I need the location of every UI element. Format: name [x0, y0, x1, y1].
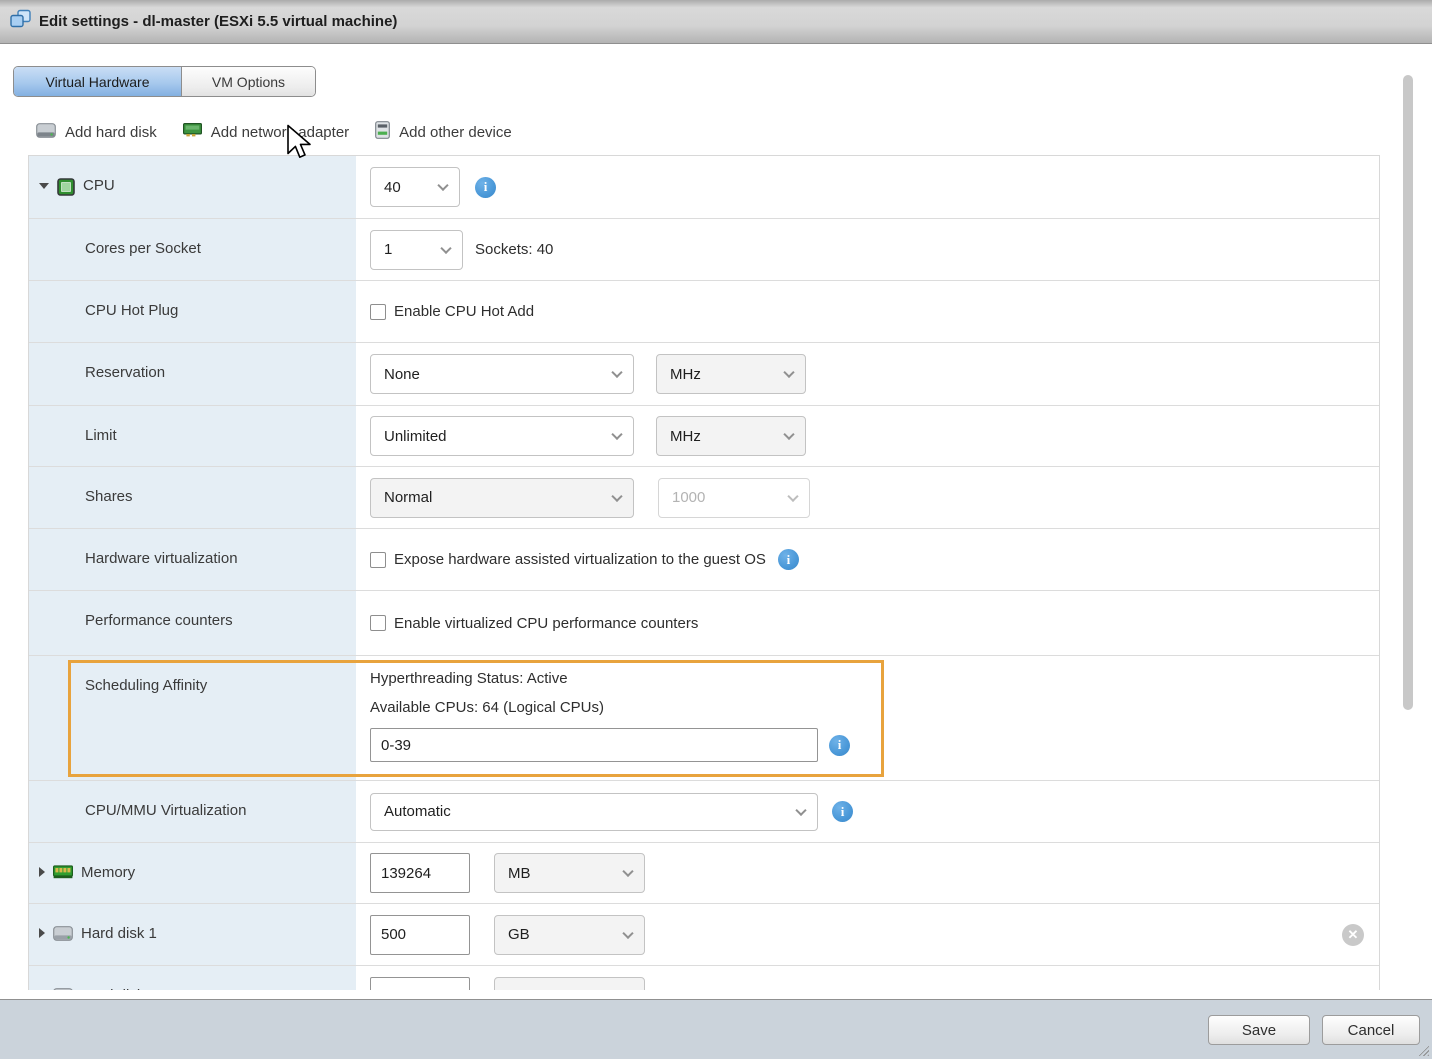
checkbox-label: Expose hardware assisted virtualization …: [394, 551, 766, 568]
add-other-device-button[interactable]: Add other device: [375, 121, 512, 143]
row-label: Hard disk 2: [81, 987, 157, 990]
table-row: CPU Hot Plug Enable CPU Hot Add: [29, 281, 1379, 343]
table-row: Reservation None MHz: [29, 343, 1379, 406]
disk2-size-input[interactable]: [370, 977, 470, 991]
hard-disk-icon: [36, 123, 56, 142]
reservation-unit-select[interactable]: MHz: [656, 354, 806, 394]
cores-per-socket-select[interactable]: 1: [370, 230, 463, 270]
vertical-scrollbar[interactable]: [1403, 75, 1413, 710]
performance-counters-checkbox[interactable]: [370, 615, 386, 631]
add-device-toolbar: Add hard disk Add network adapter: [36, 121, 512, 143]
info-icon[interactable]: [475, 177, 496, 198]
row-label: CPU/MMU Virtualization: [85, 802, 246, 842]
table-row: Memory MB: [29, 843, 1379, 904]
cpu-chip-icon: [57, 178, 75, 218]
table-row: Performance counters Enable virtualized …: [29, 591, 1379, 656]
hard-disk-icon: [53, 926, 73, 965]
save-button[interactable]: Save: [1208, 1015, 1310, 1045]
hyperthreading-status-text: Hyperthreading Status: Active: [370, 670, 850, 687]
dialog-footer: Save Cancel: [0, 999, 1432, 1059]
cancel-button[interactable]: Cancel: [1322, 1015, 1420, 1045]
table-row: Hard disk 1 GB: [29, 904, 1379, 966]
row-label: Performance counters: [85, 612, 233, 655]
network-adapter-icon: [183, 123, 202, 141]
chevron-down-icon: [622, 866, 633, 877]
reservation-select[interactable]: None: [370, 354, 634, 394]
virtual-hardware-table: CPU 40 Cores per Socket 1 Sockets: 40: [28, 155, 1380, 990]
table-row: Hardware virtualization Expose hardware …: [29, 529, 1379, 591]
add-hard-disk-label: Add hard disk: [65, 124, 157, 141]
sockets-text: Sockets: 40: [475, 241, 553, 258]
chevron-down-icon: [611, 429, 622, 440]
add-network-adapter-button[interactable]: Add network adapter: [183, 123, 349, 141]
checkbox-label: Enable virtualized CPU performance count…: [394, 615, 698, 632]
expand-arrow-icon[interactable]: [39, 867, 45, 877]
resize-grip[interactable]: [1416, 1043, 1429, 1056]
table-row: Cores per Socket 1 Sockets: 40: [29, 219, 1379, 281]
chevron-down-icon: [795, 804, 806, 815]
disk2-unit-select[interactable]: [494, 977, 645, 991]
shares-value-select: 1000: [658, 478, 810, 518]
cpu-mmu-virtualization-select[interactable]: Automatic: [370, 793, 818, 831]
remove-icon[interactable]: [1342, 924, 1364, 946]
row-label: Scheduling Affinity: [85, 677, 207, 780]
checkbox-label: Enable CPU Hot Add: [394, 303, 534, 320]
cpu-count-select[interactable]: 40: [370, 167, 460, 207]
chevron-down-icon: [622, 927, 633, 938]
chevron-down-icon: [787, 490, 798, 501]
add-network-adapter-label: Add network adapter: [211, 124, 349, 141]
table-row: Limit Unlimited MHz: [29, 406, 1379, 467]
row-label: Reservation: [85, 364, 165, 405]
tab-vm-options[interactable]: VM Options: [182, 67, 315, 96]
other-device-icon: [375, 121, 390, 143]
collapse-arrow-icon[interactable]: [39, 183, 49, 189]
table-row: CPU/MMU Virtualization Automatic: [29, 781, 1379, 843]
row-label: CPU Hot Plug: [85, 302, 178, 342]
chevron-down-icon: [611, 367, 622, 378]
info-icon[interactable]: [829, 735, 850, 756]
memory-unit-select[interactable]: MB: [494, 853, 645, 893]
disk1-unit-select[interactable]: GB: [494, 915, 645, 955]
shares-select[interactable]: Normal: [370, 478, 634, 518]
edit-settings-dialog: Edit settings - dl-master (ESXi 5.5 virt…: [0, 0, 1432, 1059]
row-label: CPU: [83, 177, 115, 218]
disk1-size-input[interactable]: [370, 915, 470, 955]
row-label: Limit: [85, 427, 117, 466]
hard-disk-icon: [53, 988, 73, 990]
table-row: CPU 40: [29, 156, 1379, 219]
chevron-down-icon: [611, 490, 622, 501]
expand-arrow-icon[interactable]: [39, 928, 45, 938]
row-label: Memory: [81, 864, 135, 903]
chevron-down-icon: [783, 367, 794, 378]
table-row-scheduling-affinity: Scheduling Affinity Hyperthreading Statu…: [29, 656, 1379, 781]
table-row: Hard disk 2: [29, 966, 1379, 990]
add-other-device-label: Add other device: [399, 124, 512, 141]
dialog-titlebar: Edit settings - dl-master (ESXi 5.5 virt…: [0, 0, 1432, 44]
dialog-title: Edit settings - dl-master (ESXi 5.5 virt…: [39, 13, 397, 30]
info-icon[interactable]: [778, 549, 799, 570]
chevron-down-icon: [783, 429, 794, 440]
memory-icon: [53, 865, 73, 903]
scheduling-affinity-input[interactable]: [370, 728, 818, 762]
available-cpus-text: Available CPUs: 64 (Logical CPUs): [370, 699, 850, 716]
chevron-down-icon: [440, 242, 451, 253]
row-label: Hardware virtualization: [85, 550, 238, 590]
row-label: Hard disk 1: [81, 925, 157, 965]
limit-select[interactable]: Unlimited: [370, 416, 634, 456]
table-row: Shares Normal 1000: [29, 467, 1379, 529]
tab-bar: Virtual Hardware VM Options: [13, 66, 316, 97]
add-hard-disk-button[interactable]: Add hard disk: [36, 123, 157, 142]
memory-size-input[interactable]: [370, 853, 470, 893]
row-label: Shares: [85, 488, 133, 528]
row-label: Cores per Socket: [85, 240, 201, 280]
tab-virtual-hardware[interactable]: Virtual Hardware: [14, 67, 182, 96]
chevron-down-icon: [437, 180, 448, 191]
limit-unit-select[interactable]: MHz: [656, 416, 806, 456]
info-icon[interactable]: [832, 801, 853, 822]
vm-icon: [9, 9, 32, 34]
cpu-hot-add-checkbox[interactable]: [370, 304, 386, 320]
chevron-down-icon: [622, 989, 633, 990]
hardware-virtualization-checkbox[interactable]: [370, 552, 386, 568]
